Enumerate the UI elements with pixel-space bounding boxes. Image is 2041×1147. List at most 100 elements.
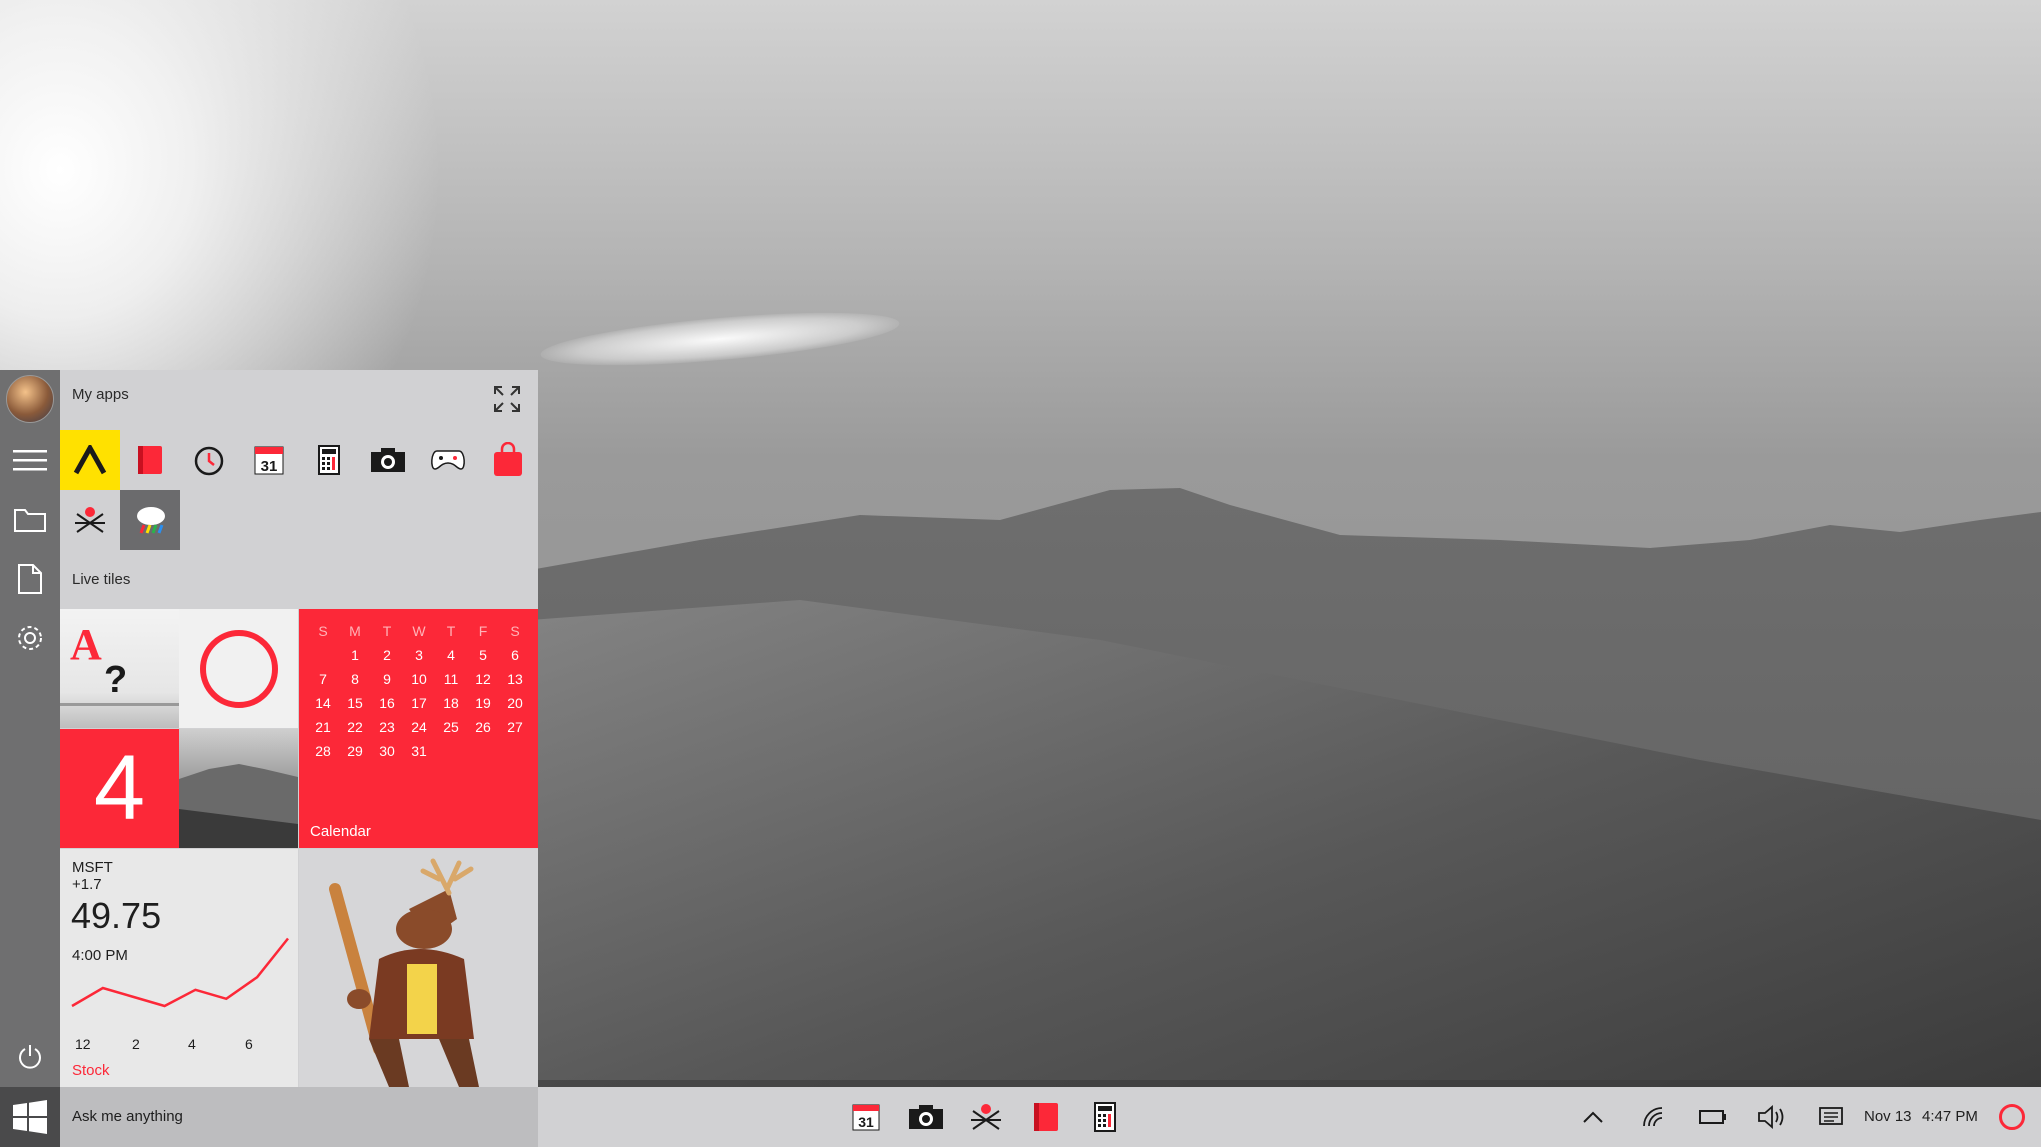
windows-start-button[interactable] [0,1087,60,1147]
calendar-weekday: F [478,623,488,639]
calendar-day: 1 [351,647,359,663]
clock-date[interactable]: Nov 13 [1864,1108,1912,1125]
calendar-day: 2 [383,647,391,663]
calendar-day: 31 [411,743,427,759]
taskbar-maps-icon[interactable] [964,1095,1008,1139]
live-tiles-label: Live tiles [72,571,131,588]
calendar-day: 26 [475,719,491,735]
document-icon[interactable] [0,552,60,606]
calendar-tile[interactable]: S M T W T F S 1 2 3 4 5 6 7 8 9 10 11 12 13 14 15 16 17 18 19 20 21… [299,609,538,848]
calendar-day: 8 [351,671,359,687]
calendar-day: 30 [379,743,395,759]
mascot-tile[interactable] [299,849,538,1087]
calendar-weekday: T [382,623,392,639]
calendar-tile-label: Calendar [310,823,371,840]
calendar-weekday: S [510,623,520,639]
taskbar-calendar-icon[interactable]: 31 [844,1095,888,1139]
stock-tile[interactable]: MSFT +1.7 49.75 4:00 PM 12 2 4 6 Stock [60,849,298,1087]
calendar-day: 4 [447,647,455,663]
deer-mascot-image [329,858,479,1087]
app-a-icon[interactable] [60,430,120,490]
calendar-day: 25 [443,719,459,735]
cortana-tile[interactable] [179,609,298,728]
gamepad-icon[interactable] [418,430,478,490]
stock-x-tick: 6 [245,1036,253,1052]
calendar-day: 10 [411,671,427,687]
cortana-ring-icon [199,629,278,708]
calendar-day: 20 [507,695,523,711]
calendar-day: 15 [347,695,363,711]
notebook-icon[interactable] [120,430,180,490]
alarm-clock-icon[interactable] [179,430,239,490]
calendar-weekday: W [412,623,426,639]
calendar-weekday: S [318,623,328,639]
clock-time[interactable]: 4:47 PM [1922,1108,1978,1125]
hamburger-menu-icon[interactable] [0,433,60,487]
taskbar-calendar-day: 31 [858,1114,874,1130]
settings-icon[interactable] [0,611,60,665]
calendar-day: 9 [383,671,391,687]
calendar-day: 28 [315,743,331,759]
calendar-day: 11 [443,671,459,687]
calendar-weekday: M [349,623,361,639]
action-center-icon[interactable] [1815,1101,1847,1133]
wallpaper-photo-tile[interactable] [179,729,298,848]
calendar-day: 16 [379,695,395,711]
calendar-day: 29 [347,743,363,759]
calendar-day: 22 [347,719,363,735]
stock-label: Stock [72,1062,110,1079]
expand-icon[interactable] [492,384,522,414]
folder-icon[interactable] [0,492,60,546]
stock-x-tick: 2 [132,1036,140,1052]
calendar-day: 27 [507,719,523,735]
avatar[interactable] [0,372,60,426]
taskbar-notebook-icon[interactable] [1024,1095,1068,1139]
start-rail [0,370,60,1147]
search-placeholder: Ask me anything [72,1108,183,1125]
show-hidden-icons-chevron-icon[interactable] [1578,1101,1608,1133]
photo-tile[interactable]: A ? [60,609,179,728]
battery-icon[interactable] [1696,1101,1730,1133]
stock-chart: 12 2 4 6 [71,937,289,1052]
calendar-day: 14 [315,695,331,711]
search-box[interactable]: Ask me anything [60,1087,538,1147]
stock-x-tick: 12 [75,1036,91,1052]
maps-icon[interactable] [60,490,120,550]
taskbar-camera-icon[interactable] [904,1095,948,1139]
store-bag-icon[interactable] [478,430,538,490]
cortana-icon[interactable] [1996,1101,2028,1133]
stock-x-tick: 4 [188,1036,196,1052]
calendar-icon[interactable]: 31 [239,430,299,490]
calendar-day [307,645,339,665]
calendar-day: 18 [443,695,459,711]
calendar-day: 5 [479,647,487,663]
power-icon[interactable] [0,1030,60,1084]
volume-icon[interactable] [1756,1101,1788,1133]
calendar-day: 21 [315,719,331,735]
calendar-day: 19 [475,695,491,711]
start-menu-panel: My apps 31 Live tiles A ? S M T W T F S … [60,370,538,1087]
photo-letter-a: A [70,620,102,669]
taskbar-calculator-icon[interactable] [1083,1095,1127,1139]
count-tile[interactable]: 4 [60,729,179,848]
calendar-day: 12 [475,671,491,687]
calendar-icon-day: 31 [261,458,278,475]
calendar-day: 17 [411,695,427,711]
calendar-day: 23 [379,719,395,735]
windows-logo-icon [13,1100,47,1134]
calendar-grid: S M T W T F S 1 2 3 4 5 6 7 8 9 10 11 12 13 14 15 16 17 18 19 20 21… [307,621,531,761]
calendar-day: 7 [319,671,327,687]
camera-icon[interactable] [358,430,418,490]
calendar-day: 6 [511,647,519,663]
calendar-day: 13 [507,671,523,687]
calculator-icon[interactable] [299,430,359,490]
photo-shelf [60,703,179,706]
calendar-day: 3 [415,647,423,663]
calendar-day: 24 [411,719,427,735]
photo-question-mark: ? [104,659,128,701]
network-icon[interactable] [1637,1101,1669,1133]
stock-series-line [71,937,289,1008]
calendar-weekday: T [446,623,456,639]
my-apps-label: My apps [72,386,129,403]
weather-icon[interactable] [120,490,180,550]
